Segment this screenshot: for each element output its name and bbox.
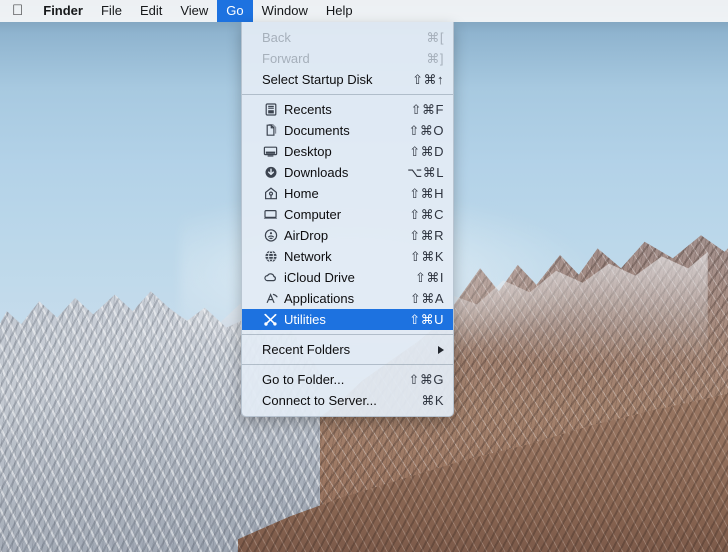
menu-item-label: Desktop (284, 144, 332, 159)
menu-item-recent-folders[interactable]: Recent Folders (242, 339, 453, 360)
menu-item-label: Computer (284, 207, 342, 222)
menu-item-airdrop[interactable]: AirDrop ⇧⌘R (242, 225, 453, 246)
network-icon (262, 249, 279, 264)
menu-item-shortcut: ⇧⌘D (409, 143, 444, 159)
go-dropdown-menu: Back ⌘[ Forward ⌘] Select Startup Disk ⇧⌘↑ Rec… (241, 22, 454, 417)
menu-item-shortcut: ⇧⌘F (410, 101, 444, 117)
apple-logo-icon:  (12, 3, 23, 18)
menu-item-computer[interactable]: Computer ⇧⌘C (242, 204, 453, 225)
menubar-item-view[interactable]: View (171, 0, 217, 22)
menu-item-shortcut: ⇧⌘K (409, 248, 444, 264)
menu-item-label: Recents (284, 102, 332, 117)
airdrop-icon (262, 228, 279, 243)
menu-item-icloud-drive[interactable]: iCloud Drive ⇧⌘I (242, 267, 453, 288)
menu-item-label: Network (284, 249, 332, 264)
computer-icon (262, 207, 279, 222)
menubar-item-finder[interactable]: Finder (34, 0, 92, 22)
menubar-item-edit[interactable]: Edit (131, 0, 171, 22)
submenu-arrow-icon (438, 345, 444, 354)
menu-item-connect-to-server[interactable]: Connect to Server... ⌘K (242, 390, 453, 411)
icloud-drive-icon (262, 270, 279, 285)
home-icon (262, 186, 279, 201)
menu-item-home[interactable]: Home ⇧⌘H (242, 183, 453, 204)
menu-item-shortcut: ⌘[ (426, 29, 444, 45)
menu-item-network[interactable]: Network ⇧⌘K (242, 246, 453, 267)
applications-icon (262, 291, 279, 306)
menu-item-shortcut: ⌘K (421, 392, 444, 408)
menu-item-label: AirDrop (284, 228, 329, 243)
downloads-icon (262, 165, 279, 180)
menu-item-label: iCloud Drive (284, 270, 355, 285)
menu-item-label: Go to Folder... (262, 372, 345, 387)
menu-item-label: Back (262, 30, 291, 45)
menu-item-forward: Forward ⌘] (242, 48, 453, 69)
menu-item-documents[interactable]: Documents ⇧⌘O (242, 120, 453, 141)
menu-item-label: Applications (284, 291, 355, 306)
menu-item-recents[interactable]: Recents ⇧⌘F (242, 99, 453, 120)
menu-item-shortcut: ⇧⌘↑ (412, 71, 444, 87)
utilities-icon (262, 312, 279, 327)
desktop:  FinderFileEditViewGoWindowHelp Back ⌘[ F… (0, 0, 728, 552)
menu-item-shortcut: ⇧⌘G (408, 371, 444, 387)
menu-item-label: Downloads (284, 165, 349, 180)
menu-separator (242, 334, 453, 335)
desktop-icon (262, 144, 279, 159)
menu-separator (242, 94, 453, 95)
menu-separator (242, 364, 453, 365)
menu-item-downloads[interactable]: Downloads ⌥⌘L (242, 162, 453, 183)
menu-item-applications[interactable]: Applications ⇧⌘A (242, 288, 453, 309)
menu-item-label: Recent Folders (262, 342, 351, 357)
menu-item-shortcut: ⇧⌘I (414, 269, 444, 285)
menu-item-back: Back ⌘[ (242, 27, 453, 48)
menu-item-shortcut: ⇧⌘H (409, 185, 444, 201)
menu-item-desktop[interactable]: Desktop ⇧⌘D (242, 141, 453, 162)
menu-item-select-startup-disk[interactable]: Select Startup Disk ⇧⌘↑ (242, 69, 453, 90)
menubar-item-help[interactable]: Help (317, 0, 362, 22)
menu-item-shortcut: ⌥⌘L (407, 164, 444, 180)
menu-item-shortcut: ⇧⌘U (409, 311, 444, 327)
menu-item-label: Forward (262, 51, 310, 66)
menubar-item-window[interactable]: Window (253, 0, 317, 22)
menu-item-shortcut: ⇧⌘C (409, 206, 444, 222)
menu-bar:  FinderFileEditViewGoWindowHelp (0, 0, 728, 22)
menu-item-shortcut: ⇧⌘O (408, 122, 444, 138)
menu-item-go-to-folder[interactable]: Go to Folder... ⇧⌘G (242, 369, 453, 390)
menu-item-shortcut: ⌘] (426, 50, 444, 66)
menu-item-label: Connect to Server... (262, 393, 377, 408)
apple-menu-button[interactable]:  (0, 0, 34, 22)
menubar-item-go[interactable]: Go (217, 0, 253, 22)
menu-item-shortcut: ⇧⌘R (409, 227, 444, 243)
menubar-item-file[interactable]: File (92, 0, 131, 22)
menu-item-label: Select Startup Disk (262, 72, 373, 87)
menu-item-label: Documents (284, 123, 350, 138)
documents-icon (262, 123, 279, 138)
menu-item-shortcut: ⇧⌘A (409, 290, 444, 306)
recents-icon (262, 102, 279, 117)
menu-item-utilities[interactable]: Utilities ⇧⌘U (242, 309, 453, 330)
menu-item-label: Home (284, 186, 319, 201)
menu-item-label: Utilities (284, 312, 326, 327)
